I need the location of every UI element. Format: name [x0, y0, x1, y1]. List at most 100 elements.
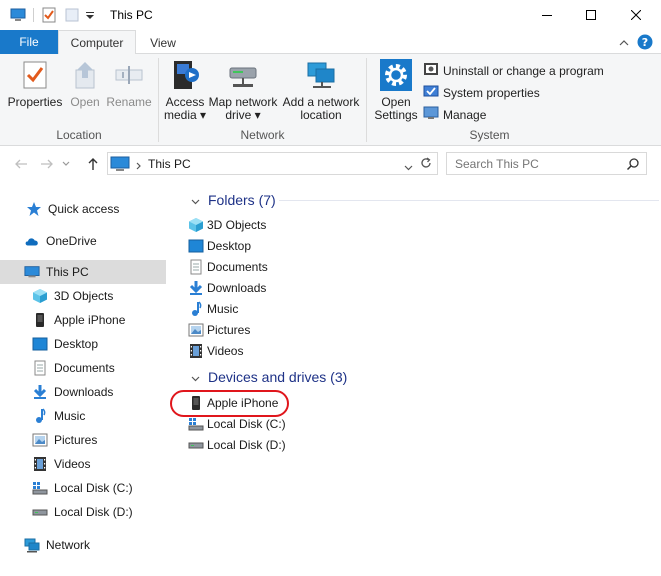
folder-3d-objects[interactable]: 3D Objects	[188, 214, 266, 235]
address-box[interactable]: This PC	[107, 152, 438, 175]
expand-ribbon-icon[interactable]	[619, 37, 629, 51]
manage-button[interactable]: Manage	[423, 105, 486, 124]
nav-local-disk-d[interactable]: Local Disk (D:)	[0, 500, 166, 524]
open-button[interactable]: Open	[64, 58, 106, 109]
nav-local-disk-c[interactable]: Local Disk (C:)	[0, 476, 166, 500]
nav-music-label: Music	[54, 409, 86, 423]
folder-videos[interactable]: Videos	[188, 340, 243, 361]
device-label: Local Disk (D:)	[207, 437, 286, 452]
navigation-pane: Quick access OneDrive This PC 3D Objects…	[0, 182, 168, 576]
address-dropdown-icon[interactable]	[404, 160, 413, 174]
music-note-icon	[32, 408, 48, 424]
title-bar: This PC	[0, 0, 661, 30]
folder-pictures[interactable]: Pictures	[188, 319, 250, 340]
properties-quick-icon[interactable]	[41, 7, 57, 23]
nav-network[interactable]: Network	[0, 533, 166, 557]
help-icon[interactable]: ?	[637, 34, 653, 53]
open-label: Open	[70, 95, 100, 109]
folder-music[interactable]: Music	[188, 298, 238, 319]
add-network-location-button[interactable]: Add a network location	[281, 58, 361, 122]
nav-desktop-label: Desktop	[54, 337, 99, 351]
folder-documents[interactable]: Documents	[188, 256, 268, 277]
chevron-down-icon	[191, 192, 200, 208]
folder-label: Music	[207, 301, 239, 316]
folders-header-label: Folders (7)	[208, 192, 276, 208]
map-network-drive-button[interactable]: Map network drive ▾	[207, 58, 279, 122]
minimize-icon	[542, 15, 552, 16]
address-bar-row: This PC	[0, 146, 661, 182]
ribbon-tabs: File Computer View ?	[0, 30, 661, 55]
recent-locations-button[interactable]	[60, 155, 72, 173]
open-settings-label-2: Settings	[374, 108, 418, 122]
phone-icon	[188, 395, 204, 411]
folder-downloads[interactable]: Downloads	[188, 277, 266, 298]
separator	[33, 8, 34, 22]
nav-this-pc[interactable]: This PC	[0, 260, 166, 284]
desktop-icon	[32, 336, 48, 352]
customize-quick-access-icon[interactable]	[84, 7, 100, 23]
access-media-button[interactable]: Access media ▾	[163, 58, 207, 122]
refresh-icon[interactable]	[419, 156, 433, 173]
nav-pictures-label: Pictures	[54, 433, 98, 447]
device-local-disk-c[interactable]: Local Disk (C:)	[188, 413, 286, 434]
open-settings-button[interactable]: Open Settings	[371, 58, 421, 122]
properties-label: Properties	[7, 95, 63, 109]
access-media-label-2: media ▾	[163, 108, 207, 122]
close-button[interactable]	[613, 0, 659, 30]
new-folder-quick-icon[interactable]	[64, 7, 80, 23]
documents-icon	[188, 259, 204, 275]
device-local-disk-d[interactable]: Local Disk (D:)	[188, 434, 286, 455]
nav-music[interactable]: Music	[0, 404, 166, 428]
breadcrumb-this-pc[interactable]: This PC	[148, 157, 191, 171]
add-network-location-label-2: location	[300, 108, 342, 122]
network-icon	[24, 537, 40, 553]
nav-quick-access[interactable]: Quick access	[0, 197, 166, 221]
forward-arrow-icon	[41, 159, 53, 169]
search-input[interactable]	[447, 153, 622, 174]
star-icon	[26, 201, 42, 217]
forward-button[interactable]	[38, 155, 56, 173]
tab-view[interactable]: View	[138, 30, 188, 55]
this-pc-icon[interactable]	[10, 7, 26, 23]
device-label: Apple iPhone	[207, 395, 279, 410]
nav-desktop[interactable]: Desktop	[0, 332, 166, 356]
window-title: This PC	[110, 8, 153, 22]
music-note-icon	[188, 300, 204, 317]
up-button[interactable]	[84, 155, 102, 173]
nav-local-disk-c-label: Local Disk (C:)	[54, 481, 133, 495]
back-button[interactable]	[12, 155, 30, 173]
minimize-button[interactable]	[524, 0, 570, 30]
devices-group-header[interactable]: Devices and drives (3)	[191, 367, 347, 387]
folder-desktop[interactable]: Desktop	[188, 235, 251, 256]
nav-this-pc-label: This PC	[46, 265, 89, 279]
breadcrumb-chevron-icon[interactable]	[136, 159, 142, 173]
this-pc-icon	[24, 264, 40, 280]
nav-documents[interactable]: Documents	[0, 356, 166, 380]
nav-3d-objects[interactable]: 3D Objects	[0, 284, 166, 308]
videos-film-icon	[32, 456, 48, 472]
system-properties-button[interactable]: System properties	[423, 83, 540, 102]
nav-downloads[interactable]: Downloads	[0, 380, 166, 404]
folders-group-header[interactable]: Folders (7)	[191, 190, 659, 210]
search-box[interactable]	[446, 152, 647, 175]
tab-computer[interactable]: Computer	[58, 30, 136, 55]
onedrive-cloud-icon	[24, 233, 40, 249]
nav-onedrive-label: OneDrive	[46, 234, 97, 248]
manage-label: Manage	[443, 107, 487, 122]
search-icon[interactable]	[626, 157, 640, 174]
nav-onedrive[interactable]: OneDrive	[0, 229, 166, 253]
nav-videos[interactable]: Videos	[0, 452, 166, 476]
rename-button[interactable]: Rename	[106, 58, 152, 109]
uninstall-program-button[interactable]: Uninstall or change a program	[423, 61, 604, 80]
tab-file[interactable]: File	[0, 30, 58, 54]
properties-button[interactable]: Properties	[6, 58, 64, 109]
windows-drive-icon	[188, 416, 204, 432]
windows-drive-icon	[32, 480, 48, 496]
device-apple-iphone[interactable]: Apple iPhone	[188, 392, 278, 413]
ribbon-right-icons: ?	[619, 34, 653, 53]
3d-objects-icon	[32, 288, 48, 304]
folder-label: Downloads	[207, 280, 267, 295]
nav-pictures[interactable]: Pictures	[0, 428, 166, 452]
maximize-button[interactable]	[568, 0, 614, 30]
nav-apple-iphone[interactable]: Apple iPhone	[0, 308, 166, 332]
